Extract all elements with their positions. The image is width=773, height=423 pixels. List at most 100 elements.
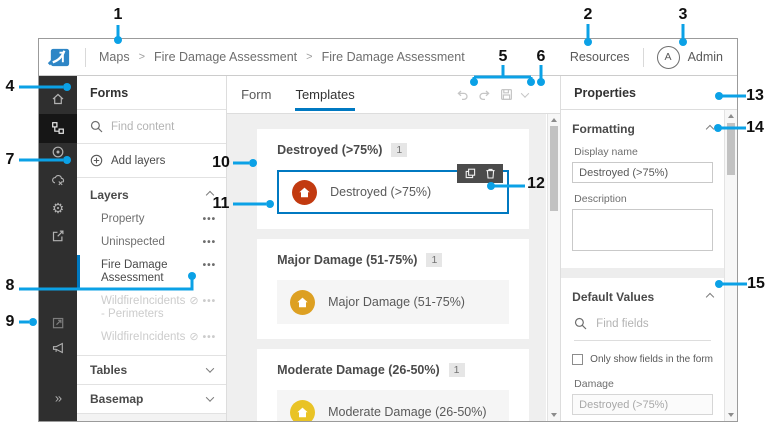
add-layers-label: Add layers xyxy=(111,154,166,167)
layer-label: Uninspected xyxy=(101,236,165,248)
display-name-input[interactable] xyxy=(572,162,713,183)
template-symbol-moderate-damage xyxy=(290,399,316,421)
avatar[interactable]: A xyxy=(656,45,680,69)
scroll-down-arrow[interactable] xyxy=(551,413,558,417)
chevron-up-icon[interactable] xyxy=(705,124,715,134)
breadcrumb-root[interactable]: Maps xyxy=(99,50,130,64)
forms-panel-footer xyxy=(77,413,227,421)
layer-options-icon[interactable]: ••• xyxy=(203,295,217,308)
top-bar: Maps > Fire Damage Assessment > Fire Dam… xyxy=(39,39,737,76)
damage-field-input[interactable] xyxy=(572,394,713,415)
delete-trash-icon[interactable] xyxy=(485,168,496,179)
chevron-down-icon xyxy=(205,393,215,402)
chevron-down-icon xyxy=(205,364,215,373)
house-icon xyxy=(299,187,310,197)
layer-options-icon[interactable]: ••• xyxy=(203,259,217,272)
offline-icon[interactable] xyxy=(51,174,65,187)
template-count-badge: 1 xyxy=(448,363,465,377)
layer-row-uninspected[interactable]: Uninspected ••• xyxy=(77,231,226,254)
layer-row-property[interactable]: Property ••• xyxy=(77,208,226,231)
scrollbar-thumb[interactable] xyxy=(727,123,735,175)
add-circle-icon xyxy=(90,154,103,167)
layer-disabled-icon: ⊘ xyxy=(189,295,199,307)
formatting-section: Formatting Display name Description xyxy=(561,110,724,268)
callout-6: 6 xyxy=(536,48,546,65)
feedback-megaphone-icon[interactable] xyxy=(52,342,65,355)
callout-10: 10 xyxy=(212,154,230,171)
formatting-section-title: Formatting xyxy=(572,122,635,136)
templates-scrollbar[interactable] xyxy=(547,114,561,421)
template-group-title: Moderate Damage (26-50%) xyxy=(277,363,440,377)
only-show-fields-checkbox[interactable] xyxy=(572,354,584,365)
layer-row-fire-damage-assessment[interactable]: Fire Damage Assessment ••• xyxy=(77,254,226,290)
templates-list: Destroyed (>75%) 1 Destroyed (>75%) Majo… xyxy=(227,114,547,421)
basemap-section-header[interactable]: Basemap xyxy=(77,384,227,413)
topbar-divider xyxy=(642,47,644,67)
topbar-divider xyxy=(85,47,86,67)
find-fields-input[interactable] xyxy=(596,317,687,330)
geofences-icon[interactable] xyxy=(52,146,65,159)
layer-row-wildfireincidents[interactable]: WildfireIncidents ⊘ ••• xyxy=(77,326,226,349)
layer-options-icon[interactable]: ••• xyxy=(203,213,217,226)
save-icon[interactable] xyxy=(500,88,513,101)
display-name-label: Display name xyxy=(574,146,638,158)
tab-form[interactable]: Form xyxy=(241,76,271,113)
sharing-icon[interactable] xyxy=(52,230,65,243)
forms-panel-title: Forms xyxy=(77,76,227,110)
template-count-badge: 1 xyxy=(391,143,408,157)
callout-9: 9 xyxy=(5,313,15,330)
properties-panel: Properties Formatting Display name Descr… xyxy=(560,76,737,421)
layers-section-header[interactable]: Layers xyxy=(77,178,226,208)
template-card-destroyed[interactable]: Destroyed (>75%) xyxy=(277,164,510,214)
admin-menu[interactable]: Admin xyxy=(688,50,723,64)
tables-section-title: Tables xyxy=(90,363,128,377)
template-card-moderate-damage[interactable]: Moderate Damage (26-50%) xyxy=(277,390,510,421)
tab-templates[interactable]: Templates xyxy=(295,76,355,113)
builder-tabs: Form Templates xyxy=(227,76,561,114)
find-content-input[interactable] xyxy=(111,120,191,133)
breadcrumb-level1[interactable]: Fire Damage Assessment xyxy=(154,50,297,64)
callout-3: 3 xyxy=(678,6,688,23)
description-textarea[interactable] xyxy=(572,209,713,251)
scroll-up-arrow[interactable] xyxy=(728,114,734,118)
template-label: Major Damage (51-75%) xyxy=(328,295,465,309)
builder-toolbar xyxy=(456,76,546,113)
save-options-chevron-icon[interactable] xyxy=(520,88,530,98)
settings-gear-icon[interactable]: ⚙ xyxy=(52,201,65,215)
open-in-app-icon[interactable] xyxy=(52,317,65,330)
callout-15: 15 xyxy=(747,275,765,292)
breadcrumb-separator: > xyxy=(306,51,313,63)
add-layers-button[interactable]: Add layers xyxy=(77,144,227,178)
properties-scrollbar[interactable] xyxy=(724,110,737,421)
find-content-search[interactable] xyxy=(77,110,227,144)
app-window: Maps > Fire Damage Assessment > Fire Dam… xyxy=(38,38,738,422)
callout-8: 8 xyxy=(5,277,15,294)
template-group-title: Destroyed (>75%) xyxy=(277,143,383,157)
callout-13: 13 xyxy=(746,87,764,104)
layer-label: WildfireIncidents xyxy=(101,331,186,343)
scroll-up-arrow[interactable] xyxy=(551,118,558,122)
find-fields-search[interactable] xyxy=(574,317,711,341)
forms-icon[interactable] xyxy=(52,122,65,135)
layer-options-icon[interactable]: ••• xyxy=(203,331,217,344)
callout-11: 11 xyxy=(212,195,230,212)
chevron-up-icon[interactable] xyxy=(705,292,715,302)
home-icon[interactable] xyxy=(52,93,65,106)
tables-section-header[interactable]: Tables xyxy=(77,355,227,384)
redo-icon[interactable] xyxy=(478,89,491,101)
only-show-fields-label: Only show fields in the form xyxy=(590,354,713,365)
template-symbol-major-damage xyxy=(290,289,316,315)
template-count-badge: 1 xyxy=(426,253,443,267)
scrollbar-thumb[interactable] xyxy=(550,126,559,211)
collapse-rail-icon[interactable]: » xyxy=(55,392,62,405)
callout-4: 4 xyxy=(5,78,15,95)
duplicate-icon[interactable] xyxy=(465,168,476,179)
layer-options-icon[interactable]: ••• xyxy=(203,236,217,249)
undo-icon[interactable] xyxy=(456,89,469,101)
callout-2: 2 xyxy=(583,6,593,23)
template-card-major-damage[interactable]: Major Damage (51-75%) xyxy=(277,280,510,324)
layer-row-wildfireincidents-perimeters[interactable]: WildfireIncidents - Perimeters ⊘ ••• xyxy=(77,290,226,326)
resources-link[interactable]: Resources xyxy=(570,50,630,64)
form-builder-panel: Form Templates Destroyed (>75%) 1 Destro… xyxy=(227,76,561,421)
scroll-down-arrow[interactable] xyxy=(728,413,734,417)
